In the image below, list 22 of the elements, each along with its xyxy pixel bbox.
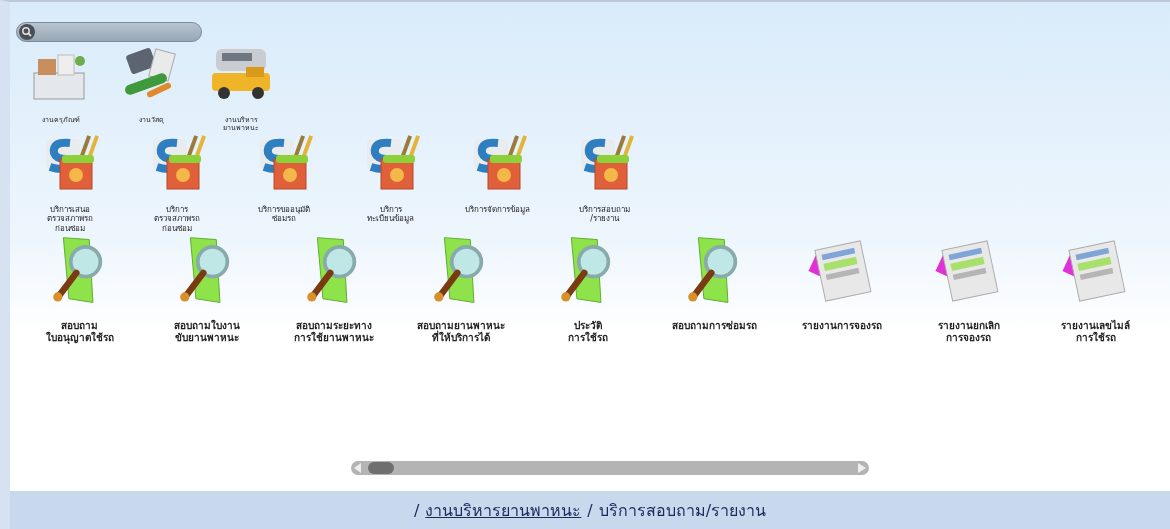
menu-tile[interactable]: สอบถามการซ่อมรถ: [651, 233, 778, 344]
search-icon: [19, 24, 35, 40]
search-field[interactable]: [16, 22, 202, 42]
scroll-bar[interactable]: [351, 461, 869, 475]
menu-tile[interactable]: บริการจัดการข้อมูล: [444, 132, 551, 234]
menu-tile[interactable]: บริการขออนุมัติ ซ่อมรถ: [230, 132, 337, 234]
menu-tile[interactable]: ประวัติ การใช้รถ: [524, 233, 651, 344]
menu-tile[interactable]: รายงานการจองรถ: [778, 233, 905, 344]
breadcrumb-separator: /: [587, 500, 593, 520]
menu-tile[interactable]: สอบถาม ใบอนุญาตใช้รถ: [16, 233, 143, 344]
breadcrumb-link[interactable]: งานบริหารยานพาหนะ: [425, 497, 582, 523]
menu-tile[interactable]: บริการสอบถาม /รายงาน: [551, 132, 658, 234]
menu-tile[interactable]: สอบถามใบงาน ขับยานพาหนะ: [143, 233, 270, 344]
menu-tile[interactable]: รายงานยกเลิก การจองรถ: [905, 233, 1032, 344]
menu-tile[interactable]: สอบถามยานพาหนะ ที่ให้บริการได้: [397, 233, 524, 344]
breadcrumb-current: บริการสอบถาม/รายงาน: [598, 499, 767, 522]
breadcrumb-separator: /: [413, 500, 420, 520]
menu-tile[interactable]: บริการ ทะเบียนข้อมูล: [337, 132, 444, 234]
menu-tile[interactable]: บริการเสนอ ตรวจสภาพรถ ก่อนซ่อม: [16, 132, 123, 234]
menu-tile[interactable]: บริการ ตรวจสภาพรถ ก่อนซ่อม: [123, 132, 230, 234]
menu-tile[interactable]: สอบถามระยะทาง การใช้ยานพาหนะ: [270, 233, 397, 344]
menu-tile[interactable]: รายงานเลขไมล์ การใช้รถ: [1032, 233, 1159, 344]
